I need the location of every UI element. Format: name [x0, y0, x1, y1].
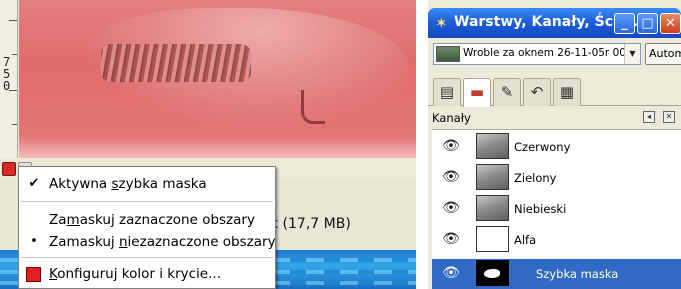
- channel-thumbnail: [476, 226, 509, 252]
- ruler-number: 0: [3, 79, 11, 93]
- ruler-tick: [12, 54, 17, 55]
- image-window: 7 5 0 k (17,7 MB) ✔ Aktywna szybka maska…: [0, 0, 416, 289]
- dock-title: Kanały: [432, 111, 471, 125]
- image-canvas[interactable]: [19, 0, 416, 158]
- channel-row-quick-mask[interactable]: 👁 Szybka maska: [432, 259, 681, 289]
- visibility-eye-icon[interactable]: 👁: [442, 201, 460, 215]
- channel-row-red[interactable]: 👁 Czerwony: [432, 132, 681, 163]
- dock-tabs: ▤ ▬ ✎ ↶ ▦: [428, 72, 681, 107]
- mask-shape: [484, 269, 500, 278]
- undo-tab-icon[interactable]: ↶: [523, 78, 551, 106]
- channel-thumbnail: [476, 164, 509, 190]
- image-select-value: Wroble za oknem 26-11-05r 004: [463, 47, 633, 59]
- canvas-photo-detail: [101, 44, 251, 82]
- menu-separator: [21, 257, 273, 258]
- paths-tab-icon[interactable]: ✎: [493, 78, 521, 106]
- visibility-eye-icon[interactable]: 👁: [442, 139, 460, 153]
- maximize-button[interactable]: □: [637, 13, 658, 34]
- channel-name: Zielony: [514, 171, 557, 185]
- channel-thumbnail: [476, 195, 509, 221]
- menu-item-configure-color[interactable]: Konfiguruj kolor i krycie...: [19, 263, 275, 285]
- image-select-dropdown[interactable]: Wroble za oknem 26-11-05r 004 ▼: [433, 43, 641, 65]
- menu-item-label: Zamaskuj niezaznaczone obszary: [49, 234, 276, 250]
- channel-name: Czerwony: [514, 140, 571, 154]
- radio-bullet-icon: •: [30, 234, 38, 249]
- dialog-title-bar[interactable]: ✶ Warstwy, Kanały, Ście... _ □ ✕: [428, 8, 681, 38]
- menu-item-toggle-quick-mask[interactable]: ✔ Aktywna szybka maska: [19, 173, 275, 195]
- menu-item-mask-unselected[interactable]: • Zamaskuj niezaznaczone obszary: [19, 231, 275, 253]
- channel-row-alpha[interactable]: 👁 Alfa: [432, 225, 681, 256]
- minimize-button[interactable]: _: [614, 13, 635, 34]
- menu-item-label: Aktywna szybka maska: [49, 176, 207, 192]
- menu-item-mask-selected[interactable]: Zamaskuj zaznaczone obszary: [19, 209, 275, 231]
- channels-tab-icon[interactable]: ▬: [463, 78, 491, 107]
- channel-thumbnail: [476, 133, 509, 159]
- visibility-eye-icon[interactable]: 👁: [442, 170, 460, 184]
- channel-thumbnail: [476, 260, 509, 286]
- chevron-down-icon[interactable]: ▼: [624, 44, 640, 64]
- channel-name: Niebieski: [514, 202, 567, 216]
- image-thumbnail: [436, 46, 460, 62]
- colormap-tab-icon[interactable]: ▦: [553, 78, 581, 106]
- dock-close-icon[interactable]: ✕: [663, 111, 675, 123]
- image-selector-row: Wroble za oknem 26-11-05r 004 ▼ Autom: [428, 38, 681, 72]
- menu-separator: [21, 201, 273, 202]
- status-memory-text: k (17,7 MB): [270, 216, 351, 232]
- visibility-eye-icon[interactable]: 👁: [442, 232, 460, 246]
- layers-tab-icon[interactable]: ▤: [433, 78, 461, 106]
- dock-menu-icon[interactable]: ◂: [643, 111, 655, 123]
- screenshot-root: 7 5 0 k (17,7 MB) ✔ Aktywna szybka maska…: [0, 0, 681, 289]
- channels-list: 👁 Czerwony 👁 Zielony 👁 Niebieski 👁 Alfa: [432, 129, 681, 289]
- ruler-tick: [12, 124, 17, 125]
- ruler-tick: [9, 20, 17, 21]
- quick-mask-edge: [19, 136, 416, 158]
- color-swatch-icon: [26, 267, 41, 282]
- check-icon: ✔: [28, 176, 40, 191]
- quick-mask-context-menu: ✔ Aktywna szybka maska Zamaskuj zaznaczo…: [18, 166, 276, 289]
- dock-header: Kanały ◂ ✕: [428, 107, 681, 129]
- gimp-app-icon: ✶: [435, 14, 448, 32]
- channel-row-blue[interactable]: 👁 Niebieski: [432, 194, 681, 225]
- menu-item-label: Zamaskuj zaznaczone obszary: [49, 212, 255, 228]
- auto-button[interactable]: Autom: [645, 43, 681, 65]
- channel-name: Alfa: [514, 233, 537, 247]
- channel-row-green[interactable]: 👁 Zielony: [432, 163, 681, 194]
- channel-name: Szybka maska: [536, 267, 619, 281]
- menu-item-label: Konfiguruj kolor i krycie...: [49, 266, 221, 282]
- canvas-photo-detail: [301, 90, 325, 124]
- visibility-eye-icon[interactable]: 👁: [442, 266, 460, 280]
- close-button[interactable]: ✕: [660, 13, 681, 34]
- quick-mask-icon[interactable]: [2, 162, 16, 176]
- vertical-ruler[interactable]: 7 5 0: [0, 0, 18, 158]
- layers-channels-dialog: ✶ Warstwy, Kanały, Ście... _ □ ✕ Wroble …: [428, 0, 681, 289]
